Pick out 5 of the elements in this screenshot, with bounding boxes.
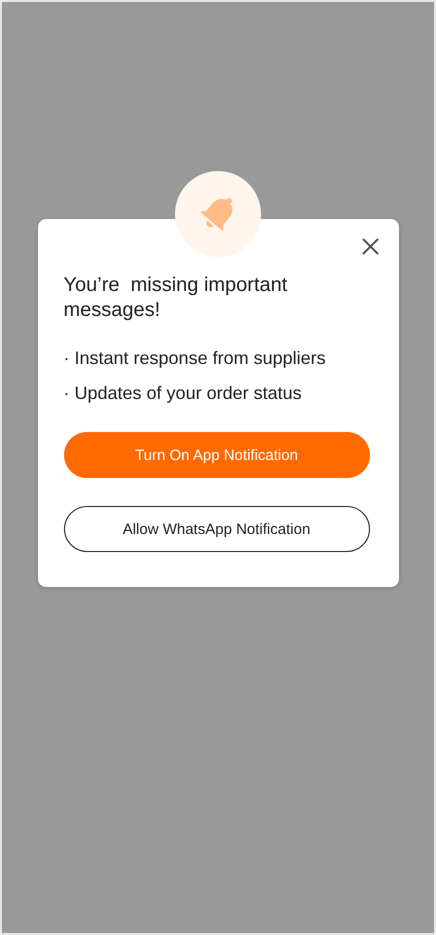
dialog-title: You’re missing important messages! <box>64 273 288 323</box>
whatsapp-notification-button[interactable]: Allow WhatsApp Notification <box>64 506 370 552</box>
benefit-text: · Instant response from suppliers <box>64 347 327 369</box>
close-icon[interactable] <box>362 238 378 255</box>
benefit-text: · Updates of your order status <box>64 382 303 404</box>
